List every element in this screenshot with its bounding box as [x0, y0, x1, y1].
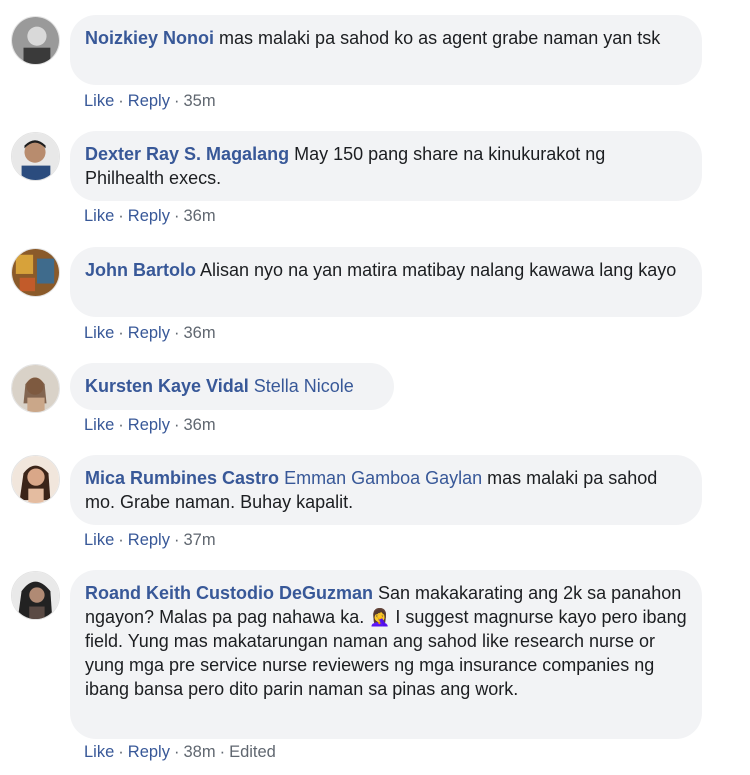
- comment-actions: Like · Reply · 38m · Edited: [84, 743, 276, 761]
- comment-actions: Like · Reply · 36m: [84, 416, 216, 434]
- timestamp[interactable]: 36m: [183, 207, 215, 225]
- avatar[interactable]: [11, 16, 60, 65]
- reply-link[interactable]: Reply: [128, 207, 170, 225]
- comment-bubble: John Bartolo Alisan nyo na yan matira ma…: [70, 247, 702, 317]
- like-link[interactable]: Like: [84, 207, 114, 225]
- reply-link[interactable]: Reply: [128, 743, 170, 761]
- reply-link[interactable]: Reply: [128, 324, 170, 342]
- like-link[interactable]: Like: [84, 92, 114, 110]
- comment-bubble: Mica Rumbines Castro Emman Gamboa Gaylan…: [70, 455, 702, 525]
- author-name[interactable]: Noizkiey Nonoi: [85, 28, 214, 48]
- comment-bubble: Dexter Ray S. Magalang May 150 pang shar…: [70, 131, 702, 201]
- avatar[interactable]: [11, 455, 60, 504]
- like-link[interactable]: Like: [84, 324, 114, 342]
- comment-bubble: Noizkiey Nonoi mas malaki pa sahod ko as…: [70, 15, 702, 85]
- author-name[interactable]: John Bartolo: [85, 260, 196, 280]
- facepalm-emoji-icon: 🤦‍♀️: [369, 608, 391, 627]
- comment-actions: Like · Reply · 37m: [84, 531, 216, 549]
- author-name[interactable]: Roand Keith Custodio DeGuzman: [85, 583, 373, 603]
- reply-link[interactable]: Reply: [128, 92, 170, 110]
- comment-text: mas malaki pa sahod ko as agent grabe na…: [219, 28, 661, 48]
- timestamp[interactable]: 37m: [183, 531, 215, 549]
- avatar[interactable]: [11, 132, 60, 181]
- mention-tag[interactable]: Emman Gamboa Gaylan: [284, 468, 482, 488]
- like-link[interactable]: Like: [84, 531, 114, 549]
- avatar[interactable]: [11, 248, 60, 297]
- timestamp[interactable]: 38m: [183, 743, 215, 761]
- comment-text: Alisan nyo na yan matira matibay nalang …: [200, 260, 677, 280]
- edited-label[interactable]: Edited: [229, 743, 276, 761]
- reply-link[interactable]: Reply: [128, 416, 170, 434]
- like-link[interactable]: Like: [84, 743, 114, 761]
- comment-actions: Like · Reply · 35m: [84, 92, 216, 110]
- comment-bubble: Kursten Kaye Vidal Stella Nicole: [70, 363, 394, 410]
- avatar[interactable]: [11, 364, 60, 413]
- timestamp[interactable]: 36m: [183, 416, 215, 434]
- author-name[interactable]: Kursten Kaye Vidal: [85, 376, 249, 396]
- like-link[interactable]: Like: [84, 416, 114, 434]
- mention-tag[interactable]: Stella Nicole: [254, 376, 354, 396]
- timestamp[interactable]: 36m: [183, 324, 215, 342]
- comment-actions: Like · Reply · 36m: [84, 324, 216, 342]
- reply-link[interactable]: Reply: [128, 531, 170, 549]
- comment-actions: Like · Reply · 36m: [84, 207, 216, 225]
- timestamp[interactable]: 35m: [183, 92, 215, 110]
- comment-bubble: Roand Keith Custodio DeGuzman San makaka…: [70, 570, 702, 739]
- author-name[interactable]: Mica Rumbines Castro: [85, 468, 279, 488]
- author-name[interactable]: Dexter Ray S. Magalang: [85, 144, 289, 164]
- avatar[interactable]: [11, 571, 60, 620]
